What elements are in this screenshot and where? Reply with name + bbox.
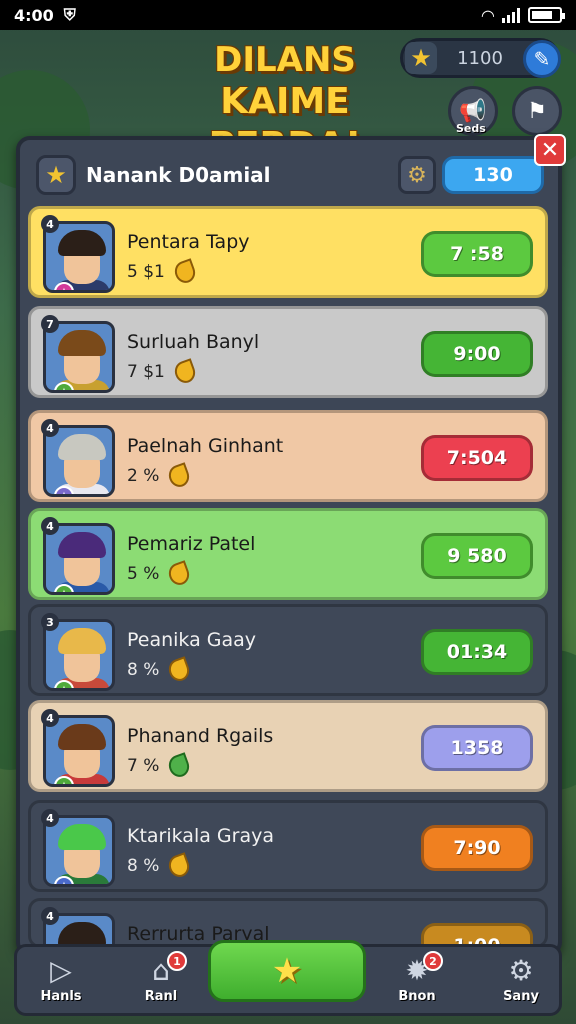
title-line-1: DILANS <box>214 40 356 80</box>
rank-number: 4 <box>41 907 59 925</box>
player-name: Peanika Gaay <box>127 629 257 651</box>
rank-number: 7 <box>41 315 59 333</box>
rank-number: 4 <box>41 215 59 233</box>
player-row[interactable]: ★ 4 Pentara Tapy 5 $1 7 :58 <box>28 206 548 298</box>
battery-icon <box>528 7 565 23</box>
status-bar: 4:00 ⛨ ◠ <box>0 0 576 30</box>
nav-item-bonus[interactable]: ✹ Bnon 2 <box>377 951 457 1013</box>
leaf-icon <box>166 656 193 684</box>
nav-item-settings[interactable]: ⚙ Sany <box>481 953 561 1013</box>
gear-icon: ⚙ <box>508 954 534 987</box>
player-value-button[interactable]: 01:34 <box>421 629 533 675</box>
nav-label: Sany <box>503 989 539 1004</box>
signal-icon <box>502 7 520 23</box>
cog-badge-icon: ✹ <box>405 954 429 987</box>
player-row[interactable]: ★ 7 Surluah Banyl 7 $1 9:00 <box>28 306 548 398</box>
panel-count[interactable]: 130 <box>442 156 544 194</box>
player-name: Surluah Banyl <box>127 331 260 353</box>
player-row[interactable]: ★ 4 Phanand Rgails 7 % 1358 <box>28 700 548 792</box>
shield-icon: ⛨ <box>63 5 76 24</box>
player-name: Pentara Tapy <box>127 231 250 253</box>
currency-display: ★ 1100 ✎ <box>400 38 561 78</box>
add-currency-button[interactable]: ✎ <box>523 40 561 78</box>
player-stat: 7 $1 <box>127 358 199 386</box>
player-stat: 5 % <box>127 560 193 588</box>
player-value-button[interactable]: 7:504 <box>421 435 533 481</box>
player-name: Ktarikala Graya <box>127 825 274 847</box>
rank-number: 4 <box>41 809 59 827</box>
leaf-icon <box>171 358 199 386</box>
player-value-button[interactable]: 1358 <box>421 725 533 771</box>
notification-badge: 2 <box>423 951 443 971</box>
rank-number: 4 <box>41 419 59 437</box>
flag-icon[interactable]: ⚑ <box>512 86 562 136</box>
leaf-icon <box>166 752 193 780</box>
player-row[interactable]: ★ 4 Pemariz Patel 5 % 9 580 <box>28 508 548 600</box>
player-row[interactable]: ★ 3 Peanika Gaay 8 % 01:34 <box>28 604 548 696</box>
nav-label: Hanls <box>40 989 82 1004</box>
player-stat-value: 5 % <box>127 564 160 584</box>
player-stat-value: 5 $1 <box>127 262 165 282</box>
leaf-icon <box>166 462 193 490</box>
player-stat: 5 $1 <box>127 258 199 286</box>
star-icon: ★ <box>36 155 76 195</box>
gear-icon[interactable]: ⚙ <box>398 156 436 194</box>
leaf-icon <box>166 852 193 880</box>
nav-item-home[interactable]: ⌂ Ranl 1 <box>121 951 201 1013</box>
player-stat: 2 % <box>127 462 193 490</box>
player-name: Pemariz Patel <box>127 533 256 555</box>
nav-item-play[interactable]: ▷ Hanls <box>21 953 101 1013</box>
panel-header: ★ Nanank D0amial ⚙ 130 <box>36 150 544 200</box>
star-icon: ★ <box>405 42 437 74</box>
player-name: Paelnah Ginhant <box>127 435 284 457</box>
currency-value: 1100 <box>457 47 503 69</box>
home-icon: ⌂ <box>152 954 170 987</box>
player-stat: 7 % <box>127 752 193 780</box>
player-stat-value: 7 % <box>127 756 160 776</box>
status-time: 4:00 <box>14 5 54 25</box>
player-value-button[interactable]: 7:90 <box>421 825 533 871</box>
player-row[interactable]: ★ 4 Paelnah Ginhant 2 % 7:504 <box>28 410 548 502</box>
rank-number: 3 <box>41 613 59 631</box>
nav-label: Bnon <box>398 989 436 1004</box>
player-value-button[interactable]: 9:00 <box>421 331 533 377</box>
player-value-button[interactable]: 9 580 <box>421 533 533 579</box>
player-row[interactable]: ★ 4 Ktarikala Graya 8 % 7:90 <box>28 800 548 892</box>
nav-label: Ranl <box>144 989 178 1004</box>
play-icon: ▷ <box>50 954 72 987</box>
nav-center-star-button[interactable]: ★ <box>208 940 366 1002</box>
leaf-icon <box>166 560 193 588</box>
top-icon-label: Seds <box>456 122 486 135</box>
player-stat-value: 7 $1 <box>127 362 165 382</box>
wifi-icon: ◠ <box>481 5 494 25</box>
player-stat: 8 % <box>127 656 193 684</box>
notification-badge: 1 <box>167 951 187 971</box>
rank-number: 4 <box>41 709 59 727</box>
leaf-icon <box>171 258 199 286</box>
player-name: Phanand Rgails <box>127 725 274 747</box>
player-stat: 8 % <box>127 852 193 880</box>
rank-number: 4 <box>41 517 59 535</box>
player-stat-value: 8 % <box>127 856 160 876</box>
star-icon: ★ <box>271 951 303 991</box>
player-value-button[interactable]: 7 :58 <box>421 231 533 277</box>
close-button[interactable]: ✕ <box>534 134 566 166</box>
panel-title: Nanank D0amial <box>86 163 271 187</box>
player-stat-value: 8 % <box>127 660 160 680</box>
player-stat-value: 2 % <box>127 466 160 486</box>
